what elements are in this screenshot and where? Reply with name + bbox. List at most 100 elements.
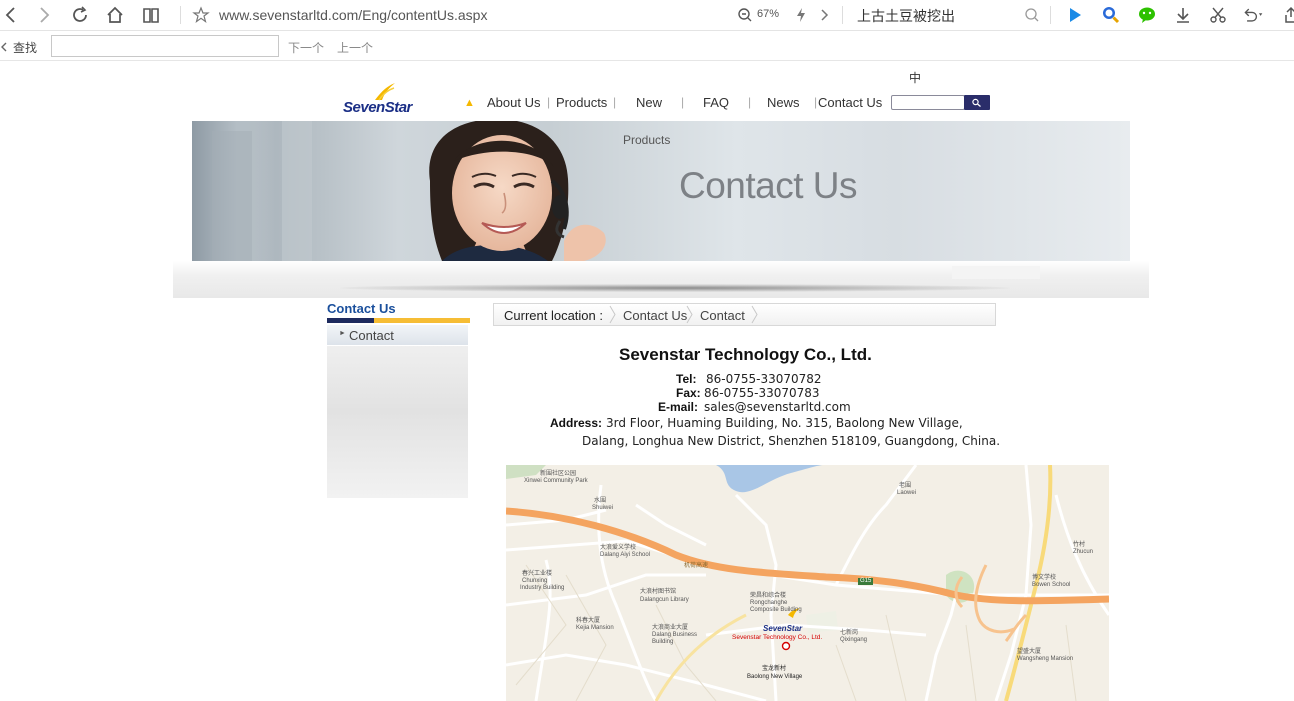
browser-search-box[interactable]: 上古土豆被挖出: [857, 6, 955, 26]
banner-shadow: [340, 284, 1010, 292]
search-icon[interactable]: [1021, 4, 1043, 26]
find-prev-button[interactable]: 上一个: [337, 39, 373, 56]
map-label-xinwei-en: Xinwei Community Park: [524, 478, 588, 484]
find-input[interactable]: [51, 35, 279, 57]
map-label-chunxing-en2: Industry Building: [520, 585, 565, 591]
toolbar-divider: [1050, 6, 1051, 24]
map-label-shuiwei-en: Shuiwei: [592, 505, 614, 511]
sidebar-item-contact[interactable]: ► Contact: [327, 325, 468, 346]
map-label-wangsheng-cn: 望盛大厦: [1017, 649, 1042, 655]
tel-label: Tel:: [676, 372, 697, 386]
scissors-icon[interactable]: [1207, 4, 1229, 26]
map-label-shuiwei-cn: 水围: [594, 498, 607, 504]
reload-icon[interactable]: [69, 4, 91, 26]
map-road-badge: G15: [858, 578, 874, 585]
search-icon: [972, 98, 981, 107]
nav-about-us[interactable]: About Us: [487, 95, 540, 110]
breadcrumb-chevron-icon: [609, 305, 616, 324]
nav-faq[interactable]: FAQ: [703, 95, 729, 110]
map-label-aiyi-cn: 大浪爱义学校: [600, 545, 637, 551]
find-bar: 查找 下一个 上一个: [0, 31, 1294, 61]
wechat-icon[interactable]: [1136, 4, 1158, 26]
sidebar-item-label: Contact: [349, 328, 394, 343]
breadcrumb-contact[interactable]: Contact: [700, 308, 745, 323]
language-switch[interactable]: 中: [909, 69, 921, 86]
nav-separator: |: [613, 95, 617, 109]
map-label-library-en: Dalangcun Library: [640, 597, 689, 603]
location-map[interactable]: 新围社区公园 Xinwei Community Park 水围 Shuiwei …: [506, 465, 1109, 701]
home-icon[interactable]: [104, 4, 126, 26]
back-icon[interactable]: [0, 4, 22, 26]
nav-separator: |: [814, 95, 818, 109]
site-search-button[interactable]: [964, 95, 990, 110]
map-label-zhucun-en: Zhucun: [1073, 549, 1094, 555]
reader-icon[interactable]: [140, 4, 162, 26]
map-label-business-en2: Building: [652, 639, 674, 645]
map-label-wangsheng-en: Wangsheng Mansion: [1017, 656, 1074, 662]
breadcrumb-prefix: Current location :: [504, 308, 603, 323]
breadcrumb: Current location : Contact Us Contact: [493, 303, 996, 326]
triangle-right-icon: ►: [339, 330, 346, 337]
nav-separator: |: [748, 95, 752, 109]
sidebar-title-underline-accent: [327, 318, 374, 323]
email-link[interactable]: sales@sevenstarltd.com: [704, 400, 851, 414]
sidebar-panel: [327, 325, 468, 498]
map-marker-label: Sevenstar Technology Co., Ltd.: [732, 634, 823, 641]
map-label-highway: 机荷高速: [684, 563, 709, 569]
zoom-icon[interactable]: [734, 4, 756, 26]
map-label-laowei-cn: 老围: [899, 483, 912, 489]
toolbar-divider: [842, 6, 843, 24]
find-next-button[interactable]: 下一个: [288, 39, 324, 56]
logo-text: SevenStar: [343, 99, 412, 116]
fax-value: 86-0755-33070783: [704, 386, 820, 400]
nav-new[interactable]: New: [636, 95, 662, 110]
home-arrow-icon[interactable]: ▲: [464, 97, 475, 109]
nav-products[interactable]: Products: [556, 95, 607, 110]
find-label: 查找: [13, 41, 38, 55]
forward-icon[interactable]: [33, 4, 55, 26]
map-label-baolong-cn: 宝龙新村: [762, 666, 787, 672]
video-play-icon[interactable]: [1064, 4, 1086, 26]
map-label-qixin-en: Qixingang: [840, 637, 868, 643]
nav-contact-us[interactable]: Contact Us: [818, 95, 882, 110]
contact-banner: Products Contact Us: [192, 121, 1130, 261]
map-label-aiyi-en: Dalang Aiyi School: [600, 552, 651, 558]
magnifier-extension-icon[interactable]: [1100, 4, 1122, 26]
nav-news[interactable]: News: [767, 95, 800, 110]
download-icon[interactable]: [1172, 4, 1194, 26]
map-label-kejia-cn: 科春大厦: [576, 618, 601, 624]
map-label-qixin-cn: 七新岗: [840, 630, 859, 636]
company-name: Sevenstar Technology Co., Ltd.: [619, 345, 872, 364]
chevron-right-icon[interactable]: [813, 4, 835, 26]
browser-toolbar: www.sevenstarltd.com/Eng/contentUs.aspx …: [0, 0, 1294, 31]
map-label-baolong-en: Baolong New Village: [747, 674, 803, 680]
fax-label: Fax:: [676, 386, 701, 400]
sevenstar-logo[interactable]: SevenStar: [343, 82, 423, 118]
map-marker-logo: SevenStar: [763, 624, 803, 633]
undo-icon[interactable]: [1242, 4, 1264, 26]
share-icon[interactable]: [1280, 4, 1294, 26]
address-line-1: 3rd Floor, Huaming Building, No. 315, Ba…: [606, 416, 963, 430]
banner-shadow-tab: [952, 266, 1040, 279]
close-find-icon[interactable]: [0, 40, 8, 58]
map-label-chunxing-cn: 春兴工业楼: [522, 571, 553, 577]
map-label-rongchang-cn: 荣昌和综合楼: [750, 593, 787, 599]
address-bar[interactable]: www.sevenstarltd.com/Eng/contentUs.aspx: [219, 7, 487, 23]
site-search-input[interactable]: [891, 95, 965, 110]
map-label-zhucun-cn: 竹村: [1073, 542, 1086, 548]
map-label-chunxing-en1: Chunxing: [522, 578, 548, 584]
zoom-level[interactable]: 67%: [757, 8, 779, 20]
bookmark-star-icon[interactable]: [190, 4, 212, 26]
map-label-rongchang-en2: Composite Building: [750, 607, 802, 613]
banner-submenu-products[interactable]: Products: [623, 133, 670, 147]
map-label-business-cn: 大浪商业大厦: [652, 625, 689, 631]
lightning-icon[interactable]: [790, 4, 812, 26]
map-label-laowei-en: Laowei: [897, 490, 917, 496]
breadcrumb-chevron-icon: [686, 305, 693, 324]
tel-value: 86-0755-33070782: [706, 372, 822, 386]
map-label-rongchang-en1: Rongchanghe: [750, 600, 788, 606]
map-label-business-en1: Dalang Business: [652, 632, 698, 638]
banner-title: Contact Us: [679, 165, 858, 206]
address-label: Address:: [550, 416, 603, 430]
breadcrumb-contact-us[interactable]: Contact Us: [623, 308, 687, 323]
